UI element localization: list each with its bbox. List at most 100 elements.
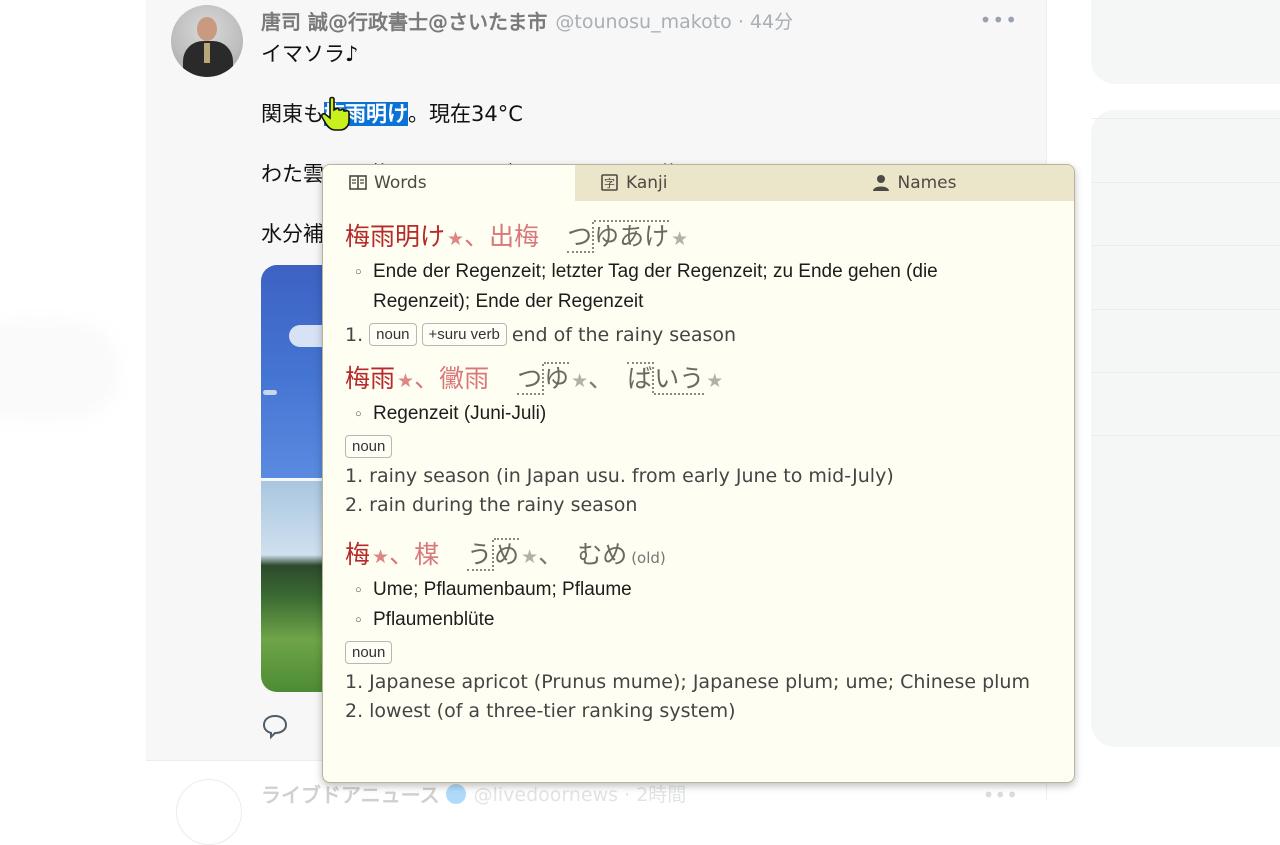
sense-text: lowest (of a three-tier ranking system) bbox=[369, 700, 736, 722]
german-gloss: Pflaumenblüte bbox=[355, 605, 1064, 635]
more-options-button[interactable]: ••• bbox=[980, 8, 1018, 32]
kanji-headword: 梅 bbox=[345, 539, 371, 569]
more-options-button[interactable]: ••• bbox=[983, 783, 1018, 807]
sense: 1. noun +suru verb end of the rainy season bbox=[345, 321, 1064, 351]
pos-row: noun bbox=[345, 640, 1064, 664]
english-senses: 1. rainy season (in Japan usu. from early… bbox=[345, 462, 1064, 521]
sense-number: 1. bbox=[345, 464, 364, 487]
kana-reading: つゆあけ bbox=[567, 217, 670, 253]
avatar-figure-tie bbox=[204, 43, 210, 63]
pitch-low: いう bbox=[654, 363, 705, 395]
kanji-alt-headword: 黴雨 bbox=[439, 363, 490, 393]
kana-reading: むめ bbox=[577, 539, 628, 569]
sense: 1. rainy season (in Japan usu. from early… bbox=[345, 462, 1064, 492]
text-after: 。現在34°C bbox=[408, 102, 523, 126]
pos-tag: noun bbox=[345, 640, 393, 664]
pos-row: noun bbox=[345, 434, 1064, 458]
comma: 、 bbox=[464, 222, 490, 251]
display-name[interactable]: ライブドアニュース bbox=[261, 779, 440, 808]
common-star-icon: ★ bbox=[447, 228, 465, 250]
tweet-text-line: 水分補 bbox=[261, 222, 324, 246]
svg-text:字: 字 bbox=[604, 176, 615, 190]
pitch-low: つ bbox=[567, 222, 595, 253]
word-entry[interactable]: 梅 ★ 、 楳 うめ ★ 、 むめ (old) Ume; Pflaumenbau… bbox=[345, 535, 1064, 727]
cloud bbox=[263, 390, 277, 395]
handle-text[interactable]: @livedoornews bbox=[474, 784, 618, 806]
handle-text[interactable]: @tounosu_makoto bbox=[555, 11, 731, 33]
handle[interactable]: @tounosu_makoto · 44分 bbox=[555, 7, 793, 34]
kanji-headword: 梅雨明け bbox=[345, 222, 446, 251]
pitch-high: め bbox=[494, 537, 520, 569]
german-gloss: Ume; Pflaumenbaum; Pflaume bbox=[355, 575, 1064, 605]
separator: · bbox=[731, 10, 750, 33]
divider bbox=[1091, 372, 1280, 373]
german-glosses: Ende der Regenzeit; letzter Tag der Rege… bbox=[345, 257, 1064, 317]
separator: · bbox=[618, 784, 637, 806]
sense: 1. Japanese apricot (Prunus mume); Japane… bbox=[345, 668, 1064, 698]
old-tag: (old) bbox=[631, 548, 666, 567]
common-star-icon: ★ bbox=[521, 545, 539, 568]
divider bbox=[1091, 182, 1280, 183]
sense-number: 2. bbox=[345, 700, 364, 722]
text-before: 関東も bbox=[261, 102, 324, 126]
german-glosses: Regenzeit (Juni-Juli) bbox=[345, 399, 1064, 429]
word-entry[interactable]: 梅雨 ★ 、 黴雨 つゆ ★ 、 ばいう ★ Regenzeit (Juni-J… bbox=[345, 359, 1064, 521]
common-star-icon: ★ bbox=[671, 228, 689, 250]
reply-icon[interactable] bbox=[261, 712, 289, 740]
comma: 、 bbox=[588, 363, 614, 393]
divider bbox=[1091, 309, 1280, 310]
comma: 、 bbox=[389, 539, 415, 569]
comma: 、 bbox=[414, 363, 440, 393]
pos-tag: noun bbox=[369, 323, 417, 346]
tab-names[interactable]: Names bbox=[755, 165, 1074, 201]
sidebar-card bbox=[1091, 0, 1280, 84]
pitch-high: ば bbox=[627, 361, 655, 393]
hand-cursor-icon bbox=[320, 96, 350, 131]
kana-reading: うめ bbox=[467, 535, 520, 571]
timestamp[interactable]: 44分 bbox=[750, 11, 793, 33]
popup-tab-bar: Words 字 Kanji Names bbox=[323, 165, 1074, 201]
sidebar-card bbox=[1091, 110, 1280, 747]
pitch-high: ゆあけ bbox=[594, 220, 670, 251]
tab-words[interactable]: Words bbox=[323, 165, 575, 201]
tweet-header: ライブドアニュース @livedoornews · 2時間 bbox=[261, 779, 686, 808]
tab-label: Words bbox=[374, 173, 427, 193]
kana-reading: ばいう bbox=[627, 359, 705, 395]
german-gloss: Ende der Regenzeit; letzter Tag der Rege… bbox=[355, 257, 973, 317]
pitch-high: ゆ bbox=[544, 361, 570, 393]
handle[interactable]: @livedoornews · 2時間 bbox=[474, 780, 687, 807]
avatar[interactable] bbox=[176, 779, 242, 845]
entry-heading: 梅雨明け ★ 、 出梅 つゆあけ ★ bbox=[345, 217, 1064, 253]
pitch-low: つ bbox=[517, 363, 545, 395]
tweet-text-line: イマソラ♪ bbox=[261, 42, 359, 66]
comma: 、 bbox=[538, 539, 564, 569]
kanji-alt-headword: 出梅 bbox=[489, 222, 540, 251]
common-star-icon: ★ bbox=[571, 369, 589, 392]
avatar[interactable] bbox=[171, 5, 243, 77]
tab-label: Kanji bbox=[626, 173, 668, 193]
sense-text: Japanese apricot (Prunus mume); Japanese… bbox=[369, 670, 1030, 693]
sense: 2. lowest (of a three-tier ranking system… bbox=[345, 697, 1064, 727]
sense-text: rainy season (in Japan usu. from early J… bbox=[369, 464, 894, 487]
avatar-figure-head bbox=[197, 17, 217, 41]
display-name[interactable]: 唐司 誠@行政書士@さいたま市 bbox=[261, 6, 547, 35]
entry-heading: 梅 ★ 、 楳 うめ ★ 、 むめ (old) bbox=[345, 535, 1064, 571]
timestamp[interactable]: 2時間 bbox=[636, 784, 686, 806]
tweet-text-line: 関東も梅雨明け。現在34°C bbox=[261, 98, 523, 128]
sense-number: 1. bbox=[345, 324, 364, 346]
sense-text: end of the rainy season bbox=[511, 324, 737, 346]
tab-kanji[interactable]: 字 Kanji bbox=[575, 165, 755, 201]
pitch-low: う bbox=[467, 539, 495, 571]
kanji-alt-headword: 楳 bbox=[414, 539, 440, 569]
person-icon bbox=[873, 175, 890, 191]
common-star-icon: ★ bbox=[372, 545, 390, 568]
tweet-header: 唐司 誠@行政書士@さいたま市 @tounosu_makoto · 44分 bbox=[261, 6, 793, 34]
english-senses: 1. noun +suru verb end of the rainy season bbox=[345, 321, 1064, 351]
word-entry[interactable]: 梅雨明け ★ 、 出梅 つゆあけ ★ Ende der Regenzeit; l… bbox=[345, 217, 1064, 351]
book-icon bbox=[349, 175, 367, 190]
kanji-char-icon: 字 bbox=[601, 174, 618, 191]
entry-heading: 梅雨 ★ 、 黴雨 つゆ ★ 、 ばいう ★ bbox=[345, 359, 1064, 395]
kanji-headword: 梅雨 bbox=[345, 363, 396, 393]
divider bbox=[1091, 118, 1280, 119]
common-star-icon: ★ bbox=[397, 369, 415, 392]
